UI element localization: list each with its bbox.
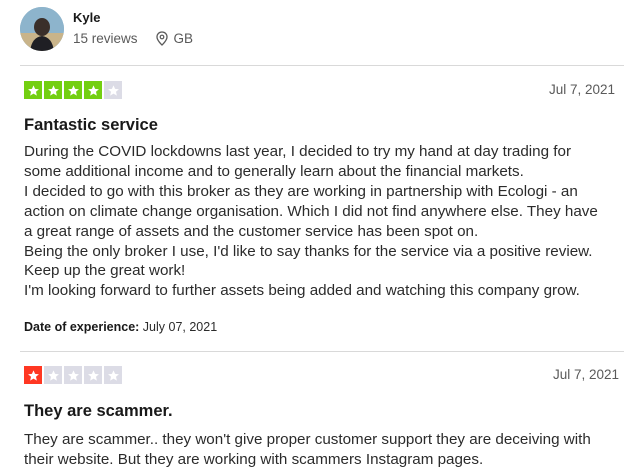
star-empty-icon	[64, 366, 82, 384]
experience-date: July 07, 2021	[139, 320, 218, 334]
review-title[interactable]: They are scammer.	[24, 402, 173, 421]
star-filled-icon	[24, 366, 42, 384]
review-date: Jul 7, 2021	[552, 367, 619, 382]
date-of-experience: Date of experience: July 07, 2021	[24, 320, 217, 334]
review-body: During the COVID lockdowns last year, I …	[24, 142, 624, 301]
review-date: Jul 7, 2021	[548, 82, 615, 97]
review-body-line: some additional income and to generally …	[24, 162, 524, 180]
star-empty-icon	[104, 366, 122, 384]
avatar[interactable]	[20, 7, 64, 51]
review-body-line: During the COVID lockdowns last year, I …	[24, 143, 572, 160]
review-body-line: They are scammer.. they won't give prope…	[24, 431, 591, 448]
review-body-line: I'm looking forward to further assets be…	[24, 282, 580, 300]
review-body-line: their website. But they are working with…	[24, 450, 484, 468]
review-body-line: a great range of assets and the customer…	[24, 222, 479, 240]
review-body: They are scammer.. they won't give prope…	[24, 430, 624, 470]
star-filled-icon	[44, 81, 62, 99]
star-empty-icon	[44, 366, 62, 384]
reviews-count: 15 reviews	[73, 31, 138, 46]
divider	[20, 65, 624, 66]
reviewer-meta: 15 reviews GB	[73, 31, 193, 46]
star-rating	[24, 366, 122, 384]
review-title[interactable]: Fantastic service	[24, 116, 158, 135]
star-empty-icon	[84, 366, 102, 384]
reviewer-name[interactable]: Kyle	[73, 10, 100, 25]
star-empty-icon	[104, 81, 122, 99]
star-filled-icon	[84, 81, 102, 99]
review-body-line: action on climate change organisation. W…	[24, 202, 598, 220]
location-pin-icon	[155, 31, 168, 46]
star-filled-icon	[24, 81, 42, 99]
reviewer-location: GB	[173, 31, 194, 46]
review-body-line: I decided to go with this broker as they…	[24, 182, 578, 200]
experience-label: Date of experience:	[24, 320, 140, 334]
star-filled-icon	[64, 81, 82, 99]
star-rating	[24, 81, 122, 99]
divider	[20, 351, 624, 352]
review-body-line: Keep up the great work!	[24, 262, 186, 280]
reviewer-header: Kyle 15 reviews GB	[20, 7, 420, 55]
review-body-line: Being the only broker I use, I'd like to…	[24, 242, 593, 260]
